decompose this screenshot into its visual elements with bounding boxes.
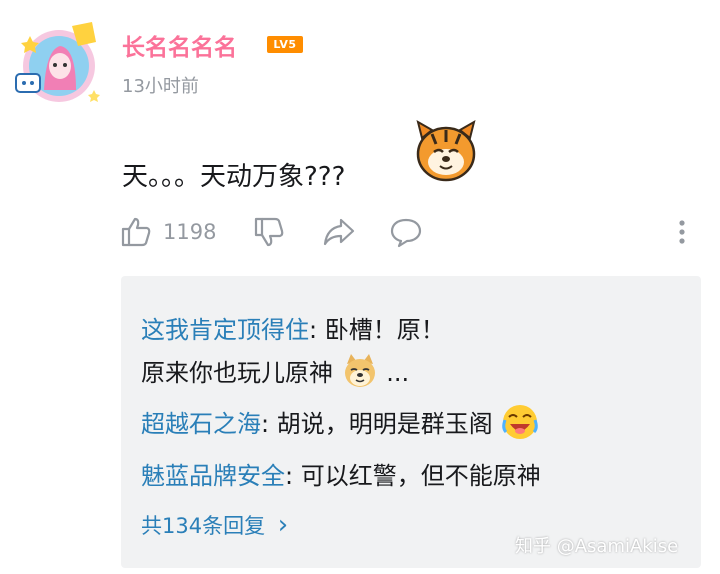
comment-time: 13小时前 bbox=[122, 76, 199, 97]
avatar[interactable] bbox=[14, 20, 104, 110]
doge-emoji bbox=[341, 352, 379, 396]
reply-text: 可以红警，但不能原神 bbox=[300, 462, 541, 490]
like-count: 1198 bbox=[163, 220, 217, 244]
watermark: 知乎 @AsamiAkise bbox=[515, 536, 679, 557]
level-badge: LV5 bbox=[267, 36, 303, 53]
view-all-replies-label: 共134条回复 bbox=[141, 514, 266, 538]
reply-author[interactable]: 魅蓝品牌安全 bbox=[141, 462, 285, 490]
laugh-cry-emoji bbox=[500, 402, 540, 448]
reply-item-continued: 原来你也玩儿原神 ... bbox=[141, 352, 409, 396]
username[interactable]: 长名名名名 bbox=[122, 28, 237, 62]
view-all-replies-link[interactable]: 共134条回复 › bbox=[141, 510, 288, 540]
reply-author[interactable]: 这我肯定顶得住 bbox=[141, 316, 309, 344]
reply-text-ellipsis: ... bbox=[386, 359, 410, 387]
reply-item: 这我肯定顶得住: 卧槽！原！ bbox=[141, 310, 445, 345]
reply-author[interactable]: 超越石之海 bbox=[141, 410, 261, 438]
reply-preview-box[interactable]: 这我肯定顶得住: 卧槽！原！ 原来你也玩儿原神 ... 超越石之海: 胡说，明明… bbox=[121, 276, 701, 568]
reply-item: 超越石之海: 胡说，明明是群玉阁 bbox=[141, 402, 540, 448]
more-options-icon[interactable] bbox=[675, 218, 689, 252]
tiger-face-emoji bbox=[412, 116, 480, 184]
comment-actions: 1198 bbox=[0, 210, 720, 254]
reply-icon[interactable] bbox=[389, 216, 423, 252]
reply-text: 原来你也玩儿原神 bbox=[141, 359, 333, 387]
reply-separator: : bbox=[285, 462, 301, 490]
dislike-icon[interactable] bbox=[253, 216, 285, 252]
reply-separator: : bbox=[261, 410, 277, 438]
like-icon[interactable] bbox=[120, 216, 152, 252]
reply-separator: : bbox=[309, 316, 325, 344]
chevron-right-icon: › bbox=[277, 510, 289, 540]
comment-text: 天。。。天动万象??? bbox=[122, 162, 346, 192]
reply-text: 胡说，明明是群玉阁 bbox=[276, 410, 493, 438]
reply-text: 卧槽！原！ bbox=[324, 316, 445, 344]
share-icon[interactable] bbox=[322, 216, 356, 252]
reply-item: 魅蓝品牌安全: 可以红警，但不能原神 bbox=[141, 456, 541, 491]
